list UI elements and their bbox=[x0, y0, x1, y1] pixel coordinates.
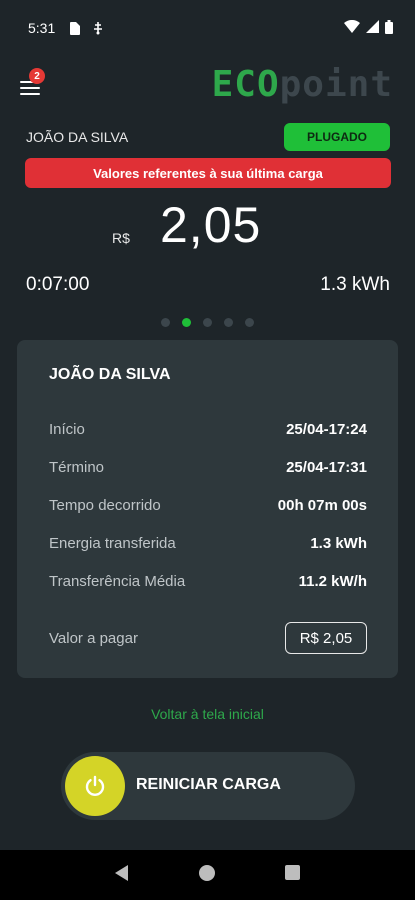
restart-label: REINICIAR CARGA bbox=[136, 776, 281, 793]
detail-value: 00h 07m 00s bbox=[277, 496, 367, 514]
page-dot[interactable] bbox=[182, 318, 191, 327]
detail-label: Início bbox=[49, 420, 85, 438]
battery-icon bbox=[385, 19, 393, 37]
ecopoint-logo: ECO point bbox=[212, 64, 393, 105]
detail-row-tempo: Tempo decorrido 00h 07m 00s bbox=[49, 494, 367, 516]
currency-label: R$ bbox=[112, 230, 130, 246]
status-right-icons bbox=[344, 19, 393, 37]
detail-row-pagar: Valor a pagar R$ 2,05 bbox=[49, 622, 367, 654]
summary-user-name: JOÃO DA SILVA bbox=[26, 129, 129, 145]
notification-badge: 2 bbox=[29, 68, 45, 84]
warning-banner: Valores referentes à sua última carga bbox=[25, 158, 391, 188]
page-dot[interactable] bbox=[203, 318, 212, 327]
detail-label: Término bbox=[49, 458, 105, 476]
status-badge: PLUGADO bbox=[284, 123, 390, 151]
detail-label: Tempo decorrido bbox=[49, 496, 161, 514]
detail-row-transferencia: Transferência Média 11.2 kW/h bbox=[49, 570, 367, 592]
signal-icon bbox=[366, 20, 379, 36]
page-indicator[interactable] bbox=[0, 318, 415, 330]
logo-point-text: point bbox=[279, 64, 393, 105]
energy-value: 1.3 kWh bbox=[320, 274, 390, 295]
detail-label: Transferência Média bbox=[49, 572, 186, 590]
restart-charge-button[interactable]: REINICIAR CARGA bbox=[61, 752, 355, 820]
page-dot[interactable] bbox=[224, 318, 233, 327]
wifi-icon bbox=[344, 19, 360, 36]
system-nav-bar bbox=[0, 850, 415, 900]
sim-card-icon bbox=[69, 21, 81, 35]
stats-row: 0:07:00 1.3 kWh bbox=[26, 272, 390, 298]
amount-value: 2,05 bbox=[160, 197, 262, 253]
home-icon[interactable] bbox=[199, 864, 215, 886]
detail-row-inicio: Início 25/04-17:24 bbox=[49, 418, 367, 440]
power-icon bbox=[65, 756, 125, 816]
summary-header: JOÃO DA SILVA PLUGADO bbox=[26, 122, 390, 152]
back-to-home-link[interactable]: Voltar à tela inicial bbox=[0, 706, 415, 722]
status-bar: 5:31 bbox=[0, 0, 415, 56]
detail-value: 11.2 kW/h bbox=[298, 572, 367, 590]
details-card: JOÃO DA SILVA Início 25/04-17:24 Término… bbox=[17, 340, 398, 678]
detail-value: 25/04-17:24 bbox=[286, 420, 367, 438]
detail-label: Energia transferida bbox=[49, 534, 176, 552]
duration-value: 0:07:00 bbox=[26, 274, 90, 295]
detail-value: 1.3 kWh bbox=[310, 534, 367, 552]
pay-label: Valor a pagar bbox=[49, 629, 138, 647]
price-display: R$ 2,05 bbox=[0, 196, 415, 260]
detail-row-termino: Término 25/04-17:31 bbox=[49, 456, 367, 478]
detail-row-energia: Energia transferida 1.3 kWh bbox=[49, 532, 367, 554]
usb-icon bbox=[92, 21, 104, 35]
recents-icon[interactable] bbox=[285, 865, 300, 885]
status-time: 5:31 bbox=[28, 20, 56, 36]
pay-amount-box: R$ 2,05 bbox=[285, 622, 367, 654]
detail-value: 25/04-17:31 bbox=[286, 458, 367, 476]
card-title: JOÃO DA SILVA bbox=[49, 366, 171, 383]
page-dot[interactable] bbox=[161, 318, 170, 327]
app-header: 2 ECO point bbox=[0, 62, 415, 108]
page-dot[interactable] bbox=[245, 318, 254, 327]
back-icon[interactable] bbox=[115, 864, 129, 886]
logo-eco-text: ECO bbox=[211, 64, 280, 105]
